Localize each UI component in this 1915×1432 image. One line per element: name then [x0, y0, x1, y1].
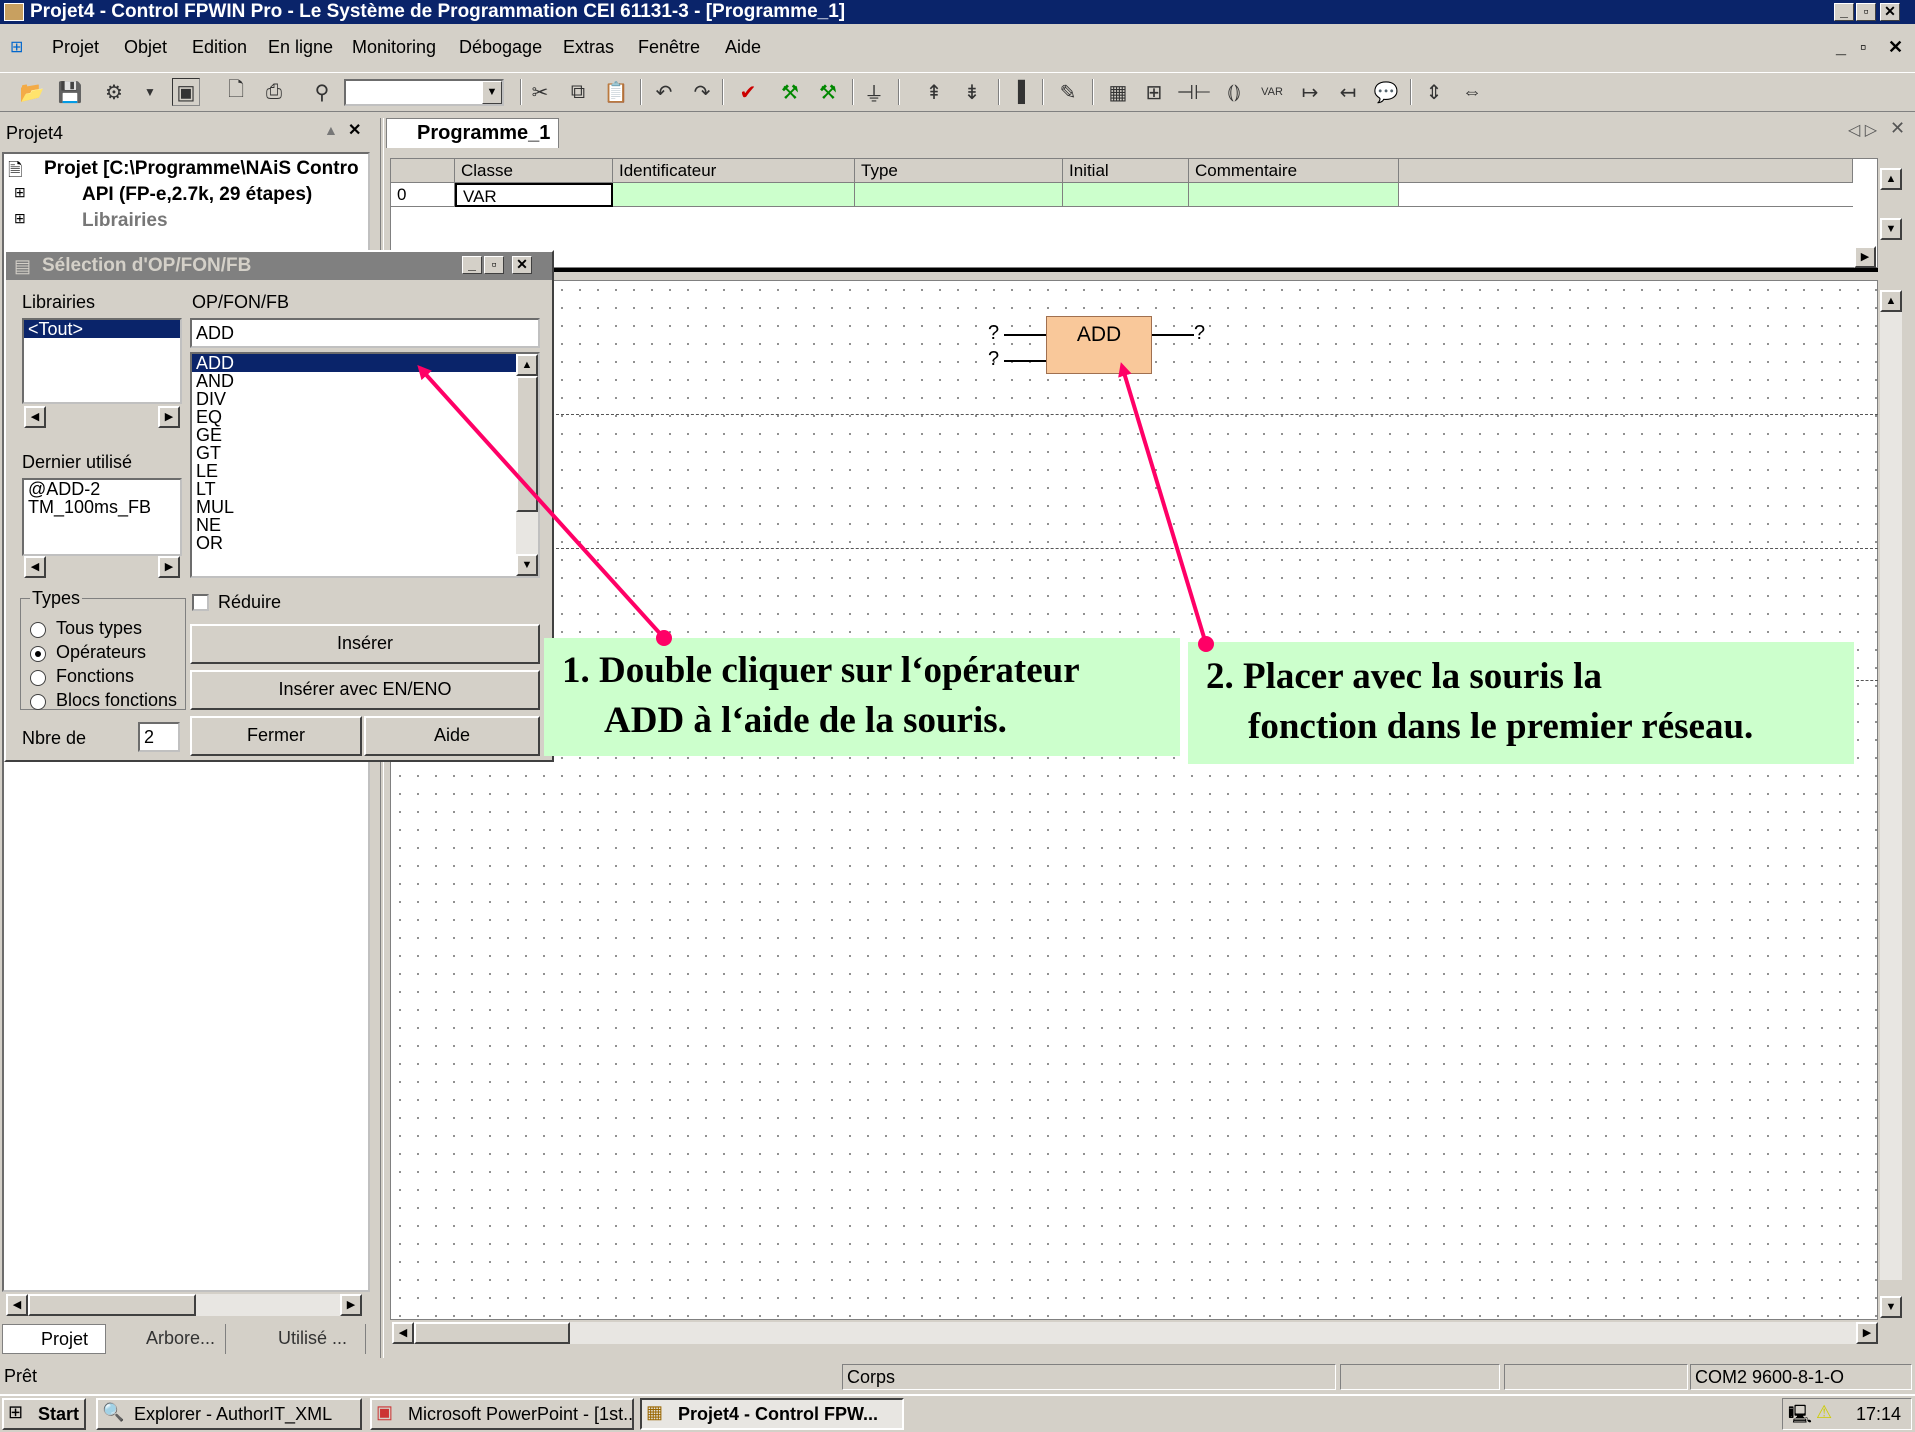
task-explorer[interactable]: Explorer - AuthorIT_XML	[96, 1398, 362, 1430]
arrow-step-2-dot	[1198, 636, 1214, 652]
alert-tray-icon[interactable]: ⚠	[1816, 1402, 1832, 1423]
network-tray-icon[interactable]: 🖳	[1788, 1402, 1812, 1432]
explorer-icon: 🔍	[102, 1402, 125, 1422]
status-section: Corps	[842, 1364, 1336, 1390]
status-empty-1	[1340, 1364, 1500, 1390]
task-fpwin[interactable]: Projet4 - Control FPW...	[640, 1398, 904, 1430]
task-powerpoint[interactable]: Microsoft PowerPoint - [1st...	[370, 1398, 634, 1430]
annotation-arrows	[417, 362, 1214, 652]
fpwin-icon: ▦	[646, 1402, 664, 1422]
status-port: COM2 9600-8-1-O	[1690, 1364, 1912, 1390]
windows-logo-icon: ⊞	[8, 1402, 24, 1422]
clock: 17:14	[1856, 1404, 1902, 1424]
powerpoint-icon: ▣	[376, 1402, 394, 1422]
arrow-step-1-dot	[656, 630, 672, 646]
status-ready: Prêt	[4, 1366, 38, 1386]
arrow-step-1	[417, 365, 666, 640]
arrow-step-2	[1118, 362, 1208, 645]
status-empty-2	[1504, 1364, 1688, 1390]
